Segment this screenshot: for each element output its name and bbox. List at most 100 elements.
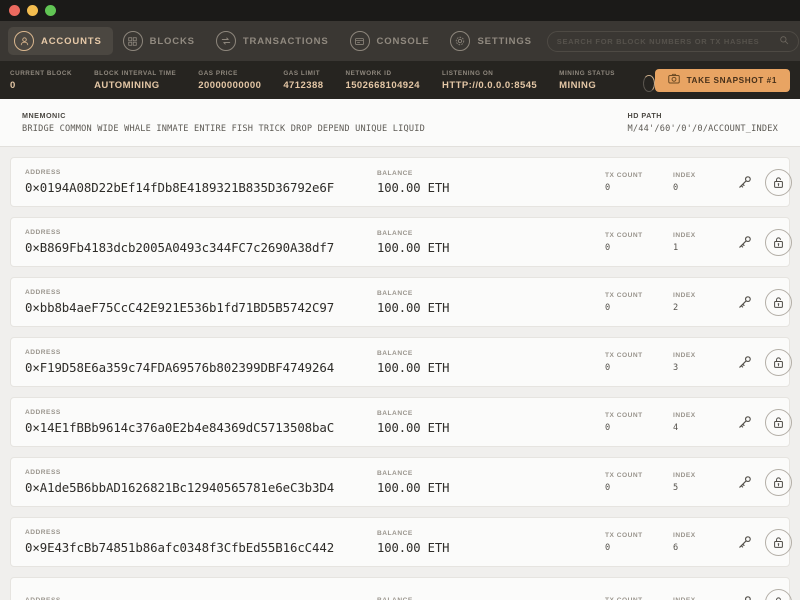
account-row[interactable]: ADDRESS0×14E1fBBb9614c376a0E2b4e84369dC5… (10, 397, 790, 447)
account-address-cell: ADDRESS (25, 597, 377, 600)
search-input[interactable] (557, 37, 779, 46)
mnemonic-label: MNEMONIC (22, 111, 628, 120)
account-address-label: ADDRESS (25, 349, 377, 356)
account-address-label: ADDRESS (25, 229, 377, 236)
account-address-label: ADDRESS (25, 289, 377, 296)
unlocked-padlock-icon[interactable] (765, 409, 792, 436)
status-mining-status: MINING STATUS MINING (559, 70, 637, 91)
nav-tab-blocks[interactable]: BLOCKS (117, 27, 206, 55)
account-balance-label: BALANCE (377, 170, 605, 177)
account-tx-count-label: TX COUNT (605, 172, 673, 179)
unlocked-padlock-icon[interactable] (765, 229, 792, 256)
unlocked-padlock-icon[interactable] (765, 349, 792, 376)
unlocked-padlock-icon[interactable] (765, 589, 792, 600)
account-address-value: 0×0194A08D22bEf14fDb8E4189321B835D36792e… (25, 180, 377, 195)
key-icon[interactable] (735, 413, 753, 431)
unlocked-padlock-icon[interactable] (765, 469, 792, 496)
account-index-cell: INDEX2 (673, 292, 735, 313)
account-row[interactable]: ADDRESS 0×F19D58E6a359c74FDA69576b802399D… (10, 337, 790, 387)
account-balance-cell: BALANCE 100.00 ETH (377, 170, 605, 195)
account-address-value: 0×bb8b4aeF75CcC42E921E536b1fd71BD5B5742C… (25, 300, 377, 315)
account-row[interactable]: ADDRESS 0×B869Fb4183dcb2005A0493c344FC7c2… (10, 217, 790, 267)
account-address-value: 0×B869Fb4183dcb2005A0493c344FC7c2690A38d… (25, 240, 377, 255)
account-tx-count-cell: TX COUNT (605, 597, 673, 600)
take-snapshot-button[interactable]: TAKE SNAPSHOT #1 (655, 69, 790, 92)
unlocked-padlock-icon[interactable] (765, 169, 792, 196)
status-gas-price-label: GAS PRICE (198, 70, 261, 77)
console-window-icon (350, 31, 370, 51)
search-box[interactable] (547, 31, 799, 52)
account-tx-count-cell: TX COUNT0 (605, 472, 673, 493)
nav-tab-console-label: CONSOLE (377, 36, 430, 47)
transactions-arrows-icon (216, 31, 236, 51)
account-index-value: 6 (673, 543, 735, 553)
status-current-block-label: CURRENT BLOCK (10, 70, 72, 77)
nav-tab-accounts[interactable]: ACCOUNTS (8, 27, 113, 55)
account-tx-count-label: TX COUNT (605, 472, 673, 479)
account-index-label: INDEX (673, 597, 735, 600)
account-index-cell: INDEX3 (673, 352, 735, 373)
account-tx-count-label: TX COUNT (605, 352, 673, 359)
account-row-actions (735, 169, 792, 196)
status-mining-status-label: MINING STATUS (559, 70, 615, 77)
account-balance-label: BALANCE (377, 350, 605, 357)
account-row[interactable]: ADDRESS 0×0194A08D22bEf14fDb8E4189321B835… (10, 157, 790, 207)
account-index-cell: INDEX (673, 597, 735, 600)
key-icon[interactable] (735, 173, 753, 191)
unlocked-padlock-icon[interactable] (765, 529, 792, 556)
search-container (547, 31, 799, 52)
account-address-cell: ADDRESS 0×F19D58E6a359c74FDA69576b802399D… (25, 349, 377, 375)
account-tx-count-value: 0 (605, 183, 673, 193)
status-gas-limit-value: 4712388 (283, 80, 323, 91)
account-index-label: INDEX (673, 172, 735, 179)
key-icon[interactable] (735, 353, 753, 371)
maximize-window-button[interactable] (45, 5, 56, 16)
account-address-value: 0×F19D58E6a359c74FDA69576b802399DBF47492… (25, 360, 377, 375)
account-balance-cell: BALANCE100.00 ETH (377, 230, 605, 255)
account-row-actions (735, 289, 792, 316)
nav-tab-accounts-label: ACCOUNTS (41, 36, 102, 47)
unlocked-padlock-icon[interactable] (765, 289, 792, 316)
status-current-block: CURRENT BLOCK 0 (10, 70, 94, 91)
key-icon[interactable] (735, 473, 753, 491)
account-tx-count-label: TX COUNT (605, 232, 673, 239)
search-icon[interactable] (779, 32, 789, 50)
account-tx-count-label: TX COUNT (605, 412, 673, 419)
minimize-window-button[interactable] (27, 5, 38, 16)
key-icon[interactable] (735, 233, 753, 251)
account-index-value: 4 (673, 423, 735, 433)
take-snapshot-label: TAKE SNAPSHOT #1 (687, 76, 777, 85)
account-index-label: INDEX (673, 472, 735, 479)
account-balance-label: BALANCE (377, 530, 605, 537)
account-index-value: 0 (673, 183, 735, 193)
account-tx-count-cell: TX COUNT0 (605, 352, 673, 373)
status-network-id-label: NETWORK ID (345, 70, 420, 77)
account-index-cell: INDEX 0 (673, 172, 735, 193)
nav-tab-transactions[interactable]: TRANSACTIONS (210, 27, 340, 55)
account-row[interactable]: ADDRESSBALANCETX COUNTINDEX (10, 577, 790, 600)
account-row[interactable]: ADDRESS 0×bb8b4aeF75CcC42E921E536b1fd71BD… (10, 277, 790, 327)
account-balance-value: 100.00 ETH (377, 181, 605, 195)
account-tx-count-cell: TX COUNT0 (605, 532, 673, 553)
account-balance-value: 100.00 ETH (377, 241, 605, 255)
nav-tab-console[interactable]: CONSOLE (344, 27, 441, 55)
account-tx-count-label: TX COUNT (605, 532, 673, 539)
account-tx-count-cell: TX COUNT 0 (605, 172, 673, 193)
status-bar: CURRENT BLOCK 0 BLOCK INTERVAL TIME AUTO… (0, 61, 800, 99)
account-row[interactable]: ADDRESS0×9E43fcBb74851b86afc0348f3CfbEd5… (10, 517, 790, 567)
key-icon[interactable] (735, 593, 753, 600)
account-tx-count-value: 0 (605, 423, 673, 433)
account-index-cell: INDEX1 (673, 232, 735, 253)
close-window-button[interactable] (9, 5, 20, 16)
key-icon[interactable] (735, 533, 753, 551)
account-address-label: ADDRESS (25, 169, 377, 176)
account-row[interactable]: ADDRESS0×A1de5B6bbAD1626821Bc12940565781… (10, 457, 790, 507)
status-listening-on: LISTENING ON HTTP://0.0.0.0:8545 (442, 70, 559, 91)
key-icon[interactable] (735, 293, 753, 311)
nav-tab-settings[interactable]: SETTINGS (444, 27, 542, 55)
account-row-actions (735, 469, 792, 496)
mnemonic-panel: MNEMONIC BRIDGE COMMON WIDE WHALE INMATE… (0, 99, 800, 147)
account-address-label: ADDRESS (25, 409, 377, 416)
account-balance-label: BALANCE (377, 410, 605, 417)
account-tx-count-cell: TX COUNT 0 (605, 412, 673, 433)
